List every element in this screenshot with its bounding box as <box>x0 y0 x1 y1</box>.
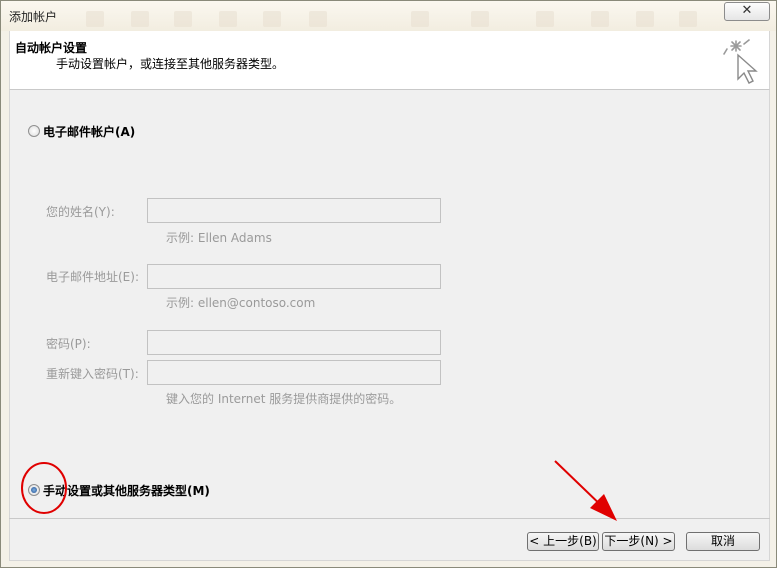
manual-setup-label[interactable]: 手动设置或其他服务器类型(M) <box>43 482 210 499</box>
wizard-footer: < 上一步(B) 下一步(N) > 取消 <box>9 519 770 561</box>
header-title: 自动帐户设置 <box>15 41 88 55</box>
password-label: 密码(P): <box>46 337 91 351</box>
toolbar-ghost-icon <box>679 11 697 27</box>
toolbar-ghost-icon <box>263 11 281 27</box>
toolbar-ghost-icon <box>591 11 609 27</box>
toolbar-ghost-icon <box>309 11 327 27</box>
toolbar-ghost-icon <box>411 11 429 27</box>
wizard-header: 自动帐户设置 手动设置帐户，或连接至其他服务器类型。 <box>9 31 770 90</box>
header-subtitle: 手动设置帐户，或连接至其他服务器类型。 <box>56 57 285 71</box>
title-bar: 添加帐户 ✕ <box>1 1 776 31</box>
toolbar-ghost-icon <box>471 11 489 27</box>
name-field[interactable] <box>147 198 441 223</box>
password-field[interactable] <box>147 330 441 355</box>
manual-setup-radio[interactable] <box>28 484 40 496</box>
name-hint: 示例: Ellen Adams <box>166 231 272 245</box>
wizard-body: 电子邮件帐户(A) 您的姓名(Y): 示例: Ellen Adams 电子邮件地… <box>9 90 770 518</box>
email-account-label[interactable]: 电子邮件帐户(A) <box>43 123 135 140</box>
close-icon: ✕ <box>741 3 753 18</box>
name-label: 您的姓名(Y): <box>46 205 115 219</box>
next-button[interactable]: 下一步(N) > <box>602 532 675 551</box>
back-button[interactable]: < 上一步(B) <box>527 532 599 551</box>
password-hint: 键入您的 Internet 服务提供商提供的密码。 <box>166 392 402 406</box>
toolbar-ghost-icon <box>536 11 554 27</box>
email-account-radio[interactable] <box>28 125 40 137</box>
window-title: 添加帐户 <box>9 10 58 24</box>
toolbar-ghost-icon <box>174 11 192 27</box>
add-account-dialog: 添加帐户 ✕ 自动帐户设置 手动设置帐户，或连接至其他服务器类型。 电子邮件帐户… <box>0 0 777 568</box>
toolbar-ghost-icon <box>219 11 237 27</box>
toolbar-ghost-icon <box>86 11 104 27</box>
retype-password-field[interactable] <box>147 360 441 385</box>
email-hint: 示例: ellen@contoso.com <box>166 296 316 310</box>
email-label: 电子邮件地址(E): <box>46 270 139 284</box>
toolbar-ghost-icon <box>131 11 149 27</box>
retype-password-label: 重新键入密码(T): <box>46 367 139 381</box>
cancel-button[interactable]: 取消 <box>686 532 760 551</box>
wizard-cursor-icon <box>723 39 758 84</box>
email-field[interactable] <box>147 264 441 289</box>
toolbar-ghost-icon <box>636 11 654 27</box>
close-button[interactable]: ✕ <box>724 2 770 21</box>
